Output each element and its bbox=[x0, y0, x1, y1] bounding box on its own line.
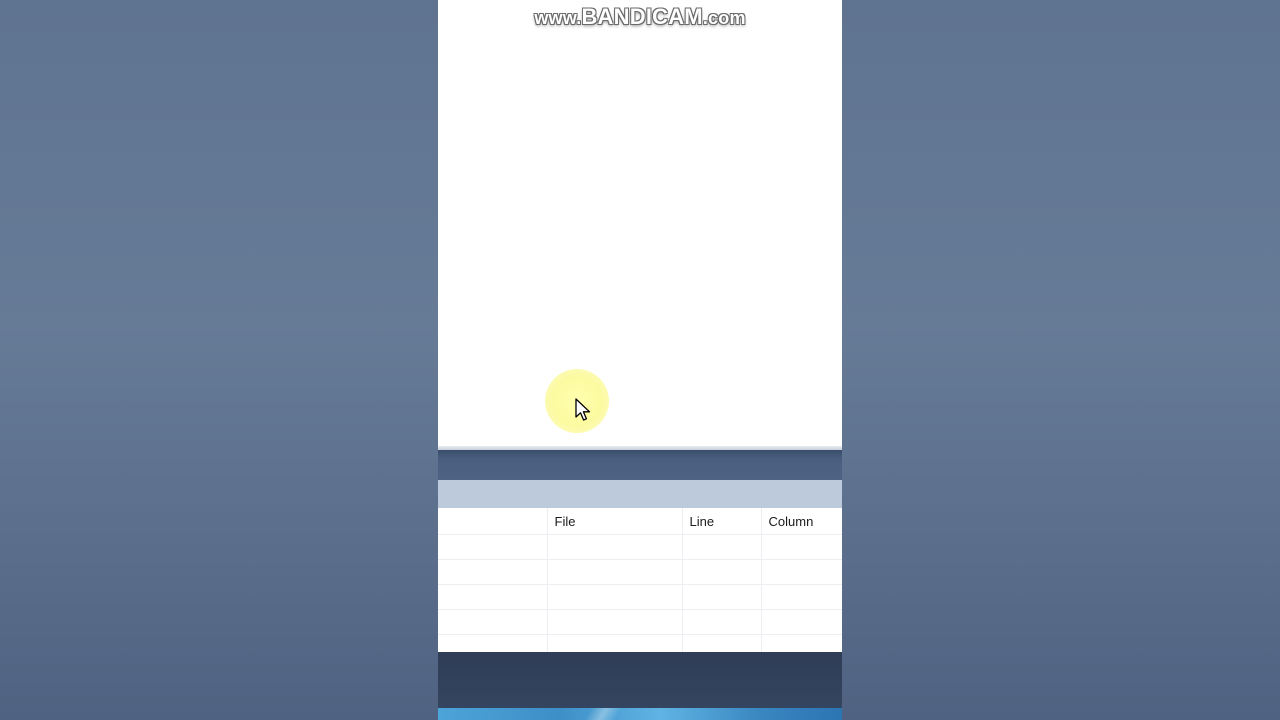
column-header-blank[interactable] bbox=[438, 508, 548, 535]
taskbar-strip bbox=[438, 708, 842, 720]
table-cell bbox=[682, 609, 762, 635]
table-cell bbox=[438, 534, 548, 560]
error-list-table: File Line Column bbox=[438, 508, 842, 660]
table-row[interactable] bbox=[438, 609, 842, 635]
panel-title-bar bbox=[438, 450, 842, 480]
column-header-file[interactable]: File bbox=[547, 508, 683, 535]
table-cell bbox=[547, 559, 683, 585]
table-cell bbox=[438, 584, 548, 610]
code-editor-area[interactable] bbox=[438, 0, 842, 446]
watermark-brand: BANDICAM bbox=[581, 4, 703, 29]
watermark-prefix: www. bbox=[534, 8, 582, 28]
bandicam-watermark: www.BANDICAM.com bbox=[438, 4, 842, 30]
table-row[interactable] bbox=[438, 534, 842, 560]
status-bar-area bbox=[438, 652, 842, 708]
taskbar-shine bbox=[584, 708, 622, 720]
recorded-window: www.BANDICAM.com File Line Column bbox=[438, 0, 842, 720]
table-cell bbox=[761, 534, 842, 560]
column-header-column[interactable]: Column bbox=[761, 508, 842, 535]
table-cell bbox=[761, 584, 842, 610]
table-row[interactable] bbox=[438, 559, 842, 585]
table-cell bbox=[682, 584, 762, 610]
table-cell bbox=[438, 559, 548, 585]
table-cell bbox=[547, 534, 683, 560]
table-cell bbox=[547, 609, 683, 635]
table-header-row: File Line Column bbox=[438, 508, 842, 535]
watermark-suffix: .com bbox=[702, 8, 746, 28]
table-cell bbox=[547, 584, 683, 610]
table-cell bbox=[438, 609, 548, 635]
error-list-toolbar bbox=[438, 480, 842, 508]
table-cell bbox=[682, 559, 762, 585]
table-row[interactable] bbox=[438, 584, 842, 610]
table-cell bbox=[682, 534, 762, 560]
table-cell bbox=[761, 559, 842, 585]
column-header-line[interactable]: Line bbox=[682, 508, 762, 535]
table-cell bbox=[761, 609, 842, 635]
arrow-cursor-icon bbox=[575, 398, 591, 421]
